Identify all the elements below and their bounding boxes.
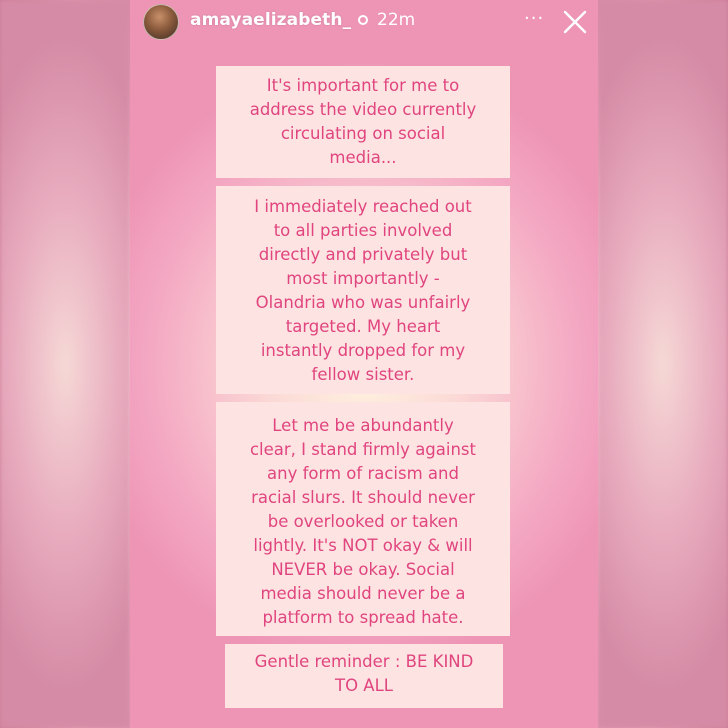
card-line: Olandria who was unfairly: [255, 293, 471, 312]
card-line: platform to spread hate.: [262, 608, 464, 627]
card-line: targeted. My heart: [285, 317, 441, 336]
text-card: I immediately reached out to all parties…: [216, 186, 510, 394]
card-line: clear, I stand firmly against: [249, 440, 476, 459]
card-line: instantly dropped for my: [260, 341, 466, 360]
card-line: media should never be a: [260, 584, 466, 603]
left-blurred-story[interactable]: [0, 0, 130, 728]
right-blurred-story[interactable]: [598, 0, 728, 728]
verified-icon: [358, 15, 368, 25]
card-line: media...: [329, 148, 397, 167]
card-line: fellow sister.: [311, 365, 415, 384]
card-line: It's important for me to: [266, 76, 460, 95]
text-card: Let me be abundantly clear, I stand firm…: [216, 402, 510, 636]
card-line: Let me be abundantly: [272, 416, 454, 435]
card-line: circulating on social: [280, 124, 446, 143]
username[interactable]: amayaelizabeth_: [190, 10, 351, 30]
card-line: racial slurs. It should never: [251, 488, 475, 507]
card-line: to all parties involved: [273, 221, 453, 240]
time-ago: 22m: [377, 10, 416, 30]
avatar[interactable]: [143, 4, 179, 40]
card-line: address the video currently: [249, 100, 477, 119]
card-line: I immediately reached out: [254, 197, 472, 216]
card-line: TO ALL: [335, 676, 393, 695]
card-line: most importantly -: [286, 269, 440, 288]
card-line: directly and privately but: [258, 245, 468, 264]
card-line: Gentle reminder : BE KIND: [254, 652, 474, 671]
text-card: Gentle reminder : BE KIND TO ALL: [225, 644, 503, 708]
card-line: lightly. It's NOT okay & will: [253, 536, 473, 555]
card-line: be overlooked or taken: [267, 512, 459, 531]
more-icon[interactable]: ···: [524, 8, 544, 29]
card-line: NEVER be okay. Social: [271, 560, 455, 579]
close-icon[interactable]: [562, 9, 588, 35]
card-line: any form of racism and: [267, 464, 459, 483]
text-card: It's important for me to address the vid…: [216, 66, 510, 178]
